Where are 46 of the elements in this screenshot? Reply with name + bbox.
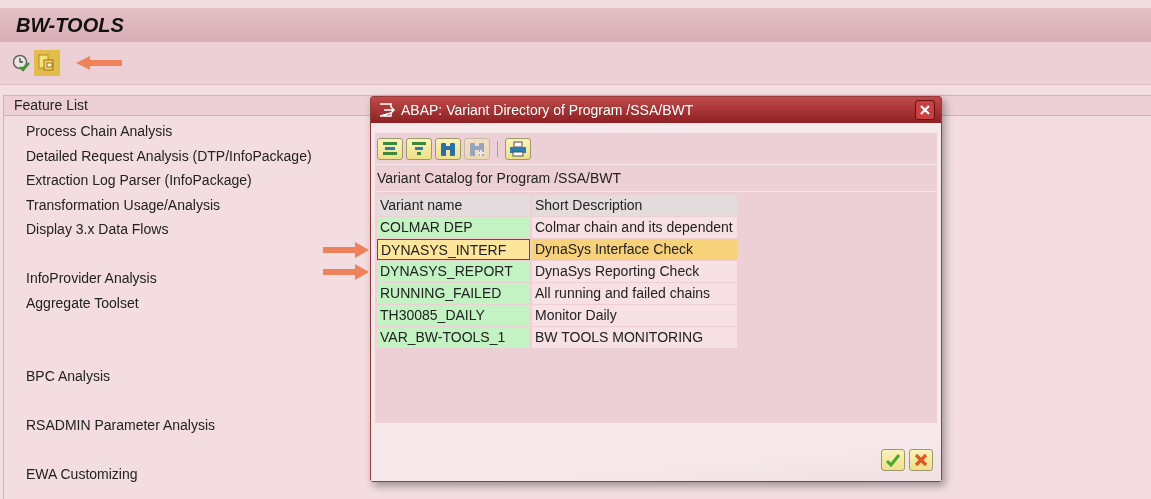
table-caption: Variant Catalog for Program /SSA/BWT: [375, 165, 937, 192]
binoculars-icon: [439, 141, 457, 157]
table-cell[interactable]: DynaSys Reporting Check: [532, 261, 737, 282]
close-button[interactable]: [915, 100, 935, 120]
filter-icon: [410, 141, 428, 157]
feature-item[interactable]: Aggregate Toolset: [26, 294, 139, 311]
feature-item[interactable]: Display 3.x Data Flows: [26, 221, 169, 237]
select-all-button[interactable]: [377, 138, 403, 160]
table-cell[interactable]: RUNNING_FAILED: [377, 283, 530, 304]
feature-item[interactable]: Process Chain Analysis: [26, 123, 173, 139]
printer-icon: [509, 141, 527, 157]
cancel-button[interactable]: [909, 449, 933, 471]
feature-item[interactable]: Transformation Usage/Analysis: [26, 196, 220, 213]
find-button[interactable]: [435, 138, 461, 160]
feature-item[interactable]: EWA Customizing: [26, 466, 138, 482]
filter-button[interactable]: [406, 138, 432, 160]
feature-item[interactable]: RSADMIN Parameter Analysis: [26, 417, 216, 433]
column-header[interactable]: Short Description: [532, 195, 737, 216]
print-button[interactable]: [505, 138, 531, 160]
feature-item[interactable]: Extraction Log Parser (InfoPackage): [26, 172, 252, 188]
table-cell[interactable]: DynaSys Interface Check: [532, 239, 737, 260]
table-cell[interactable]: Monitor Daily: [532, 305, 737, 326]
column-header[interactable]: Variant name: [377, 195, 530, 216]
dialog-icon: [379, 103, 395, 117]
table-cell[interactable]: All running and failed chains: [532, 283, 737, 304]
documents-icon: [38, 54, 56, 72]
feature-item[interactable]: BPC Analysis: [26, 368, 111, 384]
close-icon: [919, 104, 931, 116]
window-title: BW-TOOLS: [16, 13, 124, 37]
binoculars-plus-icon: [468, 141, 486, 157]
table-cell[interactable]: COLMAR DEP: [377, 217, 530, 238]
table-cell[interactable]: BW TOOLS MONITORING: [532, 327, 737, 348]
select-all-icon: [381, 141, 399, 157]
cross-icon: [914, 453, 928, 467]
feature-item[interactable]: InfoProvider Analysis: [26, 270, 157, 286]
table-cell[interactable]: TH30085_DAILY: [377, 305, 530, 326]
table-cell[interactable]: Colmar chain and its dependent: [532, 217, 737, 238]
feature-item[interactable]: Detailed Request Analysis (DTP/InfoPackage): [26, 147, 312, 164]
dialog-title: ABAP: Variant Directory of Program /SSA/BWT: [401, 102, 694, 118]
checkmark-icon: [885, 453, 901, 467]
table-cell[interactable]: DYNASYS_REPORT: [377, 261, 530, 282]
variant-button[interactable]: [34, 50, 60, 76]
confirm-button[interactable]: [881, 449, 905, 471]
clock-check-icon: [12, 54, 30, 72]
table-cell[interactable]: DYNASYS_INTERF: [377, 239, 530, 260]
table-cell[interactable]: VAR_BW-TOOLS_1: [377, 327, 530, 348]
